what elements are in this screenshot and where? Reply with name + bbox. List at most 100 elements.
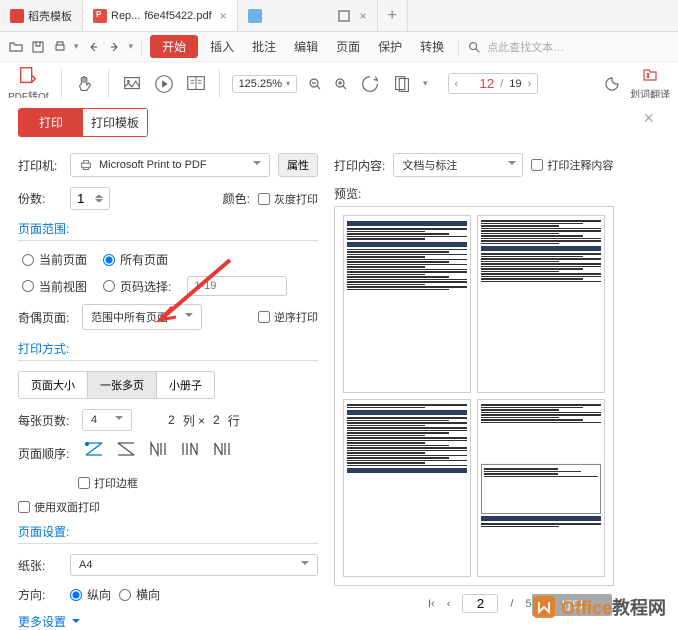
zoom-selector[interactable]: 125.25% ▾ xyxy=(232,75,297,93)
start-tab[interactable]: 开始 xyxy=(150,35,198,58)
copies-value[interactable] xyxy=(77,191,92,206)
document-tabs-row: 稻壳模板 Rep... f6e4f5422.pdf × × + xyxy=(0,0,678,32)
blank-doc-icon xyxy=(248,9,262,23)
print-icon[interactable] xyxy=(52,39,68,55)
tab-print[interactable]: 打印 xyxy=(19,109,83,136)
print-settings-panel: 打印机: Microsoft Print to PDF 属性 份数: 颜色: xyxy=(18,153,318,630)
current-page-radio[interactable]: 当前页面 xyxy=(22,251,87,268)
window-icon xyxy=(336,8,352,24)
tab-current-pdf[interactable]: Rep... f6e4f5422.pdf × xyxy=(83,0,238,31)
annotate-tab[interactable]: 批注 xyxy=(246,38,282,55)
reverse-checkbox[interactable]: 逆序打印 xyxy=(258,309,318,325)
reader-mode-icon[interactable] xyxy=(185,73,207,95)
pdf-icon xyxy=(93,9,107,23)
all-pages-radio[interactable]: 所有页面 xyxy=(103,251,168,268)
page-tab[interactable]: 页面 xyxy=(330,38,366,55)
order-reverse-n-icon[interactable] xyxy=(180,441,200,457)
preview-page-4 xyxy=(477,399,605,577)
cols-label: 列 × xyxy=(183,412,205,429)
more-settings-link[interactable]: 更多设置 xyxy=(18,613,318,630)
landscape-radio[interactable]: 横向 xyxy=(119,586,160,603)
tab-label: 稻壳模板 xyxy=(28,8,72,24)
duplex-checkbox[interactable]: 使用双面打印 xyxy=(18,499,318,515)
prev-page-icon[interactable]: ‹ xyxy=(455,78,459,90)
watermark-icon xyxy=(531,594,557,620)
next-page-icon[interactable]: › xyxy=(528,78,532,90)
grayscale-checkbox[interactable]: 灰度打印 xyxy=(258,191,318,207)
tab-label-prefix: Rep... xyxy=(111,10,140,22)
page-size-button[interactable]: 页面大小 xyxy=(18,371,88,399)
copies-input[interactable] xyxy=(70,187,110,210)
print-method-title: 打印方式: xyxy=(18,340,318,361)
edit-tab[interactable]: 编辑 xyxy=(288,38,324,55)
booklet-button[interactable]: 小册子 xyxy=(156,371,215,399)
new-tab-button[interactable]: + xyxy=(378,0,408,31)
print-border-checkbox[interactable]: 打印边框 xyxy=(78,475,318,491)
convert-tab[interactable]: 转换 xyxy=(414,38,450,55)
watermark: Office教程网 xyxy=(531,594,666,620)
play-icon[interactable] xyxy=(153,73,175,95)
page-current-input[interactable] xyxy=(464,76,494,91)
pages-per-select[interactable]: 4 xyxy=(82,409,132,431)
close-dialog-button[interactable]: × xyxy=(643,108,654,129)
translate-button[interactable]: 划词翻译 xyxy=(630,67,670,101)
preview-panel: 打印内容: 文档与标注 打印注释内容 预览: I‹ ‹ / 5 › ›I xyxy=(334,153,660,630)
page-range-input[interactable] xyxy=(187,276,287,296)
zoom-in-icon[interactable] xyxy=(333,76,349,92)
moon-icon[interactable] xyxy=(604,76,620,92)
rotate-icon[interactable] xyxy=(359,73,381,95)
pdf-convert-button[interactable]: PDF转Of xyxy=(8,65,49,103)
paper-select[interactable]: A4 xyxy=(70,554,318,576)
page-select-radio[interactable]: 页码选择: xyxy=(103,278,171,295)
printer-select[interactable]: Microsoft Print to PDF xyxy=(70,153,270,177)
tab-blank[interactable]: × xyxy=(238,0,378,31)
prev-page-icon[interactable]: ‹ xyxy=(447,598,451,610)
tab-templates[interactable]: 稻壳模板 xyxy=(0,0,83,31)
print-dialog: × 打印 打印模板 打印机: Microsoft Print to PDF 属性… xyxy=(0,98,678,628)
order-z-icon[interactable] xyxy=(84,441,104,457)
copies-label: 份数: xyxy=(18,190,62,207)
print-annotations-checkbox[interactable]: 打印注释内容 xyxy=(531,157,613,173)
page-order-label: 页面顺序: xyxy=(18,445,74,462)
fit-page-icon[interactable] xyxy=(391,73,413,95)
orientation-label: 方向: xyxy=(18,586,62,603)
order-n-icon[interactable] xyxy=(148,441,168,457)
pages-per-sheet-label: 每张页数: xyxy=(18,412,74,429)
multi-page-button[interactable]: 一张多页 xyxy=(87,371,157,399)
order-reverse-z-icon[interactable] xyxy=(116,441,136,457)
print-method-group: 页面大小 一张多页 小册子 xyxy=(18,371,318,399)
page-settings-title: 页面设置: xyxy=(18,523,318,544)
main-toolbar: ▾ ▾ 开始 插入 批注 编辑 页面 保护 转换 点此查找文本… xyxy=(0,32,678,62)
image-tool-icon[interactable] xyxy=(121,73,143,95)
odd-even-select[interactable]: 范围中所有页面 xyxy=(82,304,202,330)
protect-tab[interactable]: 保护 xyxy=(372,38,408,55)
properties-button[interactable]: 属性 xyxy=(278,153,318,177)
order-horizontal-icon[interactable] xyxy=(212,441,232,457)
preview-label: 预览: xyxy=(334,185,660,202)
preview-page-input[interactable] xyxy=(462,594,498,613)
dialog-tab-group: 打印 打印模板 xyxy=(18,108,148,137)
current-view-radio[interactable]: 当前视图 xyxy=(22,278,87,295)
close-icon[interactable]: × xyxy=(220,9,227,23)
rows-label: 行 xyxy=(228,412,240,429)
redo-icon[interactable] xyxy=(107,39,123,55)
search-icon[interactable] xyxy=(467,40,481,54)
tab-print-template[interactable]: 打印模板 xyxy=(83,109,147,136)
odd-even-value: 范围中所有页面 xyxy=(91,309,168,325)
portrait-radio[interactable]: 纵向 xyxy=(70,586,111,603)
odd-even-label: 奇偶页面: xyxy=(18,309,74,326)
folder-open-icon[interactable] xyxy=(8,39,24,55)
zoom-out-icon[interactable] xyxy=(307,76,323,92)
insert-tab[interactable]: 插入 xyxy=(204,38,240,55)
spinner-icon[interactable] xyxy=(95,192,103,205)
pdf-convert-icon xyxy=(17,65,39,87)
first-page-icon[interactable]: I‹ xyxy=(428,598,435,610)
print-content-select[interactable]: 文档与标注 xyxy=(393,153,523,177)
search-placeholder[interactable]: 点此查找文本… xyxy=(487,39,564,55)
zoom-value: 125.25% xyxy=(239,78,282,90)
hand-tool-icon[interactable] xyxy=(74,73,96,95)
save-icon[interactable] xyxy=(30,39,46,55)
docer-icon xyxy=(10,9,24,23)
close-icon[interactable]: × xyxy=(360,9,367,23)
undo-icon[interactable] xyxy=(85,39,101,55)
